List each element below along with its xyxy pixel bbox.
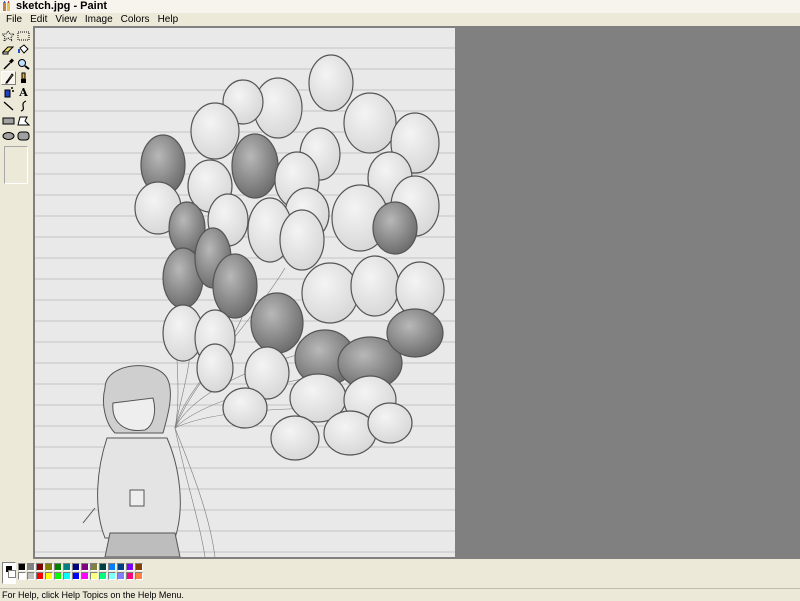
palette-swatch[interactable] xyxy=(36,572,44,580)
palette-swatch[interactable] xyxy=(45,563,53,571)
color-box xyxy=(0,559,800,587)
palette-swatch[interactable] xyxy=(135,563,143,571)
paint-app-icon xyxy=(3,1,10,11)
menu-view[interactable]: View xyxy=(51,13,81,26)
palette-swatch[interactable] xyxy=(45,572,53,580)
palette-swatch[interactable] xyxy=(135,572,143,580)
menu-image[interactable]: Image xyxy=(81,13,117,26)
palette-swatch[interactable] xyxy=(63,563,71,571)
airbrush-icon[interactable] xyxy=(1,85,16,99)
palette-swatch[interactable] xyxy=(117,572,125,580)
palette-swatch[interactable] xyxy=(54,563,62,571)
palette-swatch[interactable] xyxy=(27,572,35,580)
current-colors[interactable] xyxy=(2,562,16,584)
curve-icon[interactable] xyxy=(16,99,31,113)
palette-swatch[interactable] xyxy=(27,563,35,571)
free-form-select-icon[interactable] xyxy=(1,29,16,43)
menu-help[interactable]: Help xyxy=(154,13,183,26)
palette-swatch[interactable] xyxy=(90,572,98,580)
text-icon[interactable]: A xyxy=(16,85,31,99)
drawing-canvas[interactable] xyxy=(35,28,455,557)
palette-swatch[interactable] xyxy=(18,572,26,580)
sketch-image xyxy=(35,28,455,557)
pencil-icon[interactable] xyxy=(1,71,16,85)
palette-swatch[interactable] xyxy=(126,563,134,571)
eraser-icon[interactable] xyxy=(1,43,16,57)
tool-options-box[interactable] xyxy=(4,146,28,184)
background-color xyxy=(8,570,16,578)
palette-swatch[interactable] xyxy=(117,563,125,571)
menu-bar: File Edit View Image Colors Help xyxy=(0,13,800,26)
palette-swatch[interactable] xyxy=(108,563,116,571)
status-text: For Help, click Help Topics on the Help … xyxy=(2,590,184,600)
paint-window: sketch.jpg - Paint File Edit View Image … xyxy=(0,0,800,601)
palette-swatch[interactable] xyxy=(63,572,71,580)
select-icon[interactable] xyxy=(16,29,31,43)
polygon-icon[interactable] xyxy=(16,114,31,128)
palette-swatch[interactable] xyxy=(72,572,80,580)
pick-color-icon[interactable] xyxy=(1,57,16,71)
toolbox: A xyxy=(0,26,33,559)
window-title: sketch.jpg - Paint xyxy=(16,0,108,12)
palette-swatch[interactable] xyxy=(36,563,44,571)
palette-swatch[interactable] xyxy=(99,572,107,580)
palette-swatch[interactable] xyxy=(81,572,89,580)
title-bar[interactable]: sketch.jpg - Paint xyxy=(0,0,800,13)
ellipse-icon[interactable] xyxy=(1,129,16,143)
palette-swatch[interactable] xyxy=(72,563,80,571)
line-icon[interactable] xyxy=(1,99,16,113)
palette-swatch[interactable] xyxy=(126,572,134,580)
brush-icon[interactable] xyxy=(16,71,31,85)
text-tool-glyph: A xyxy=(19,85,28,99)
fill-bucket-icon[interactable] xyxy=(16,43,31,57)
menu-file[interactable]: File xyxy=(2,13,26,26)
menu-edit[interactable]: Edit xyxy=(26,13,51,26)
palette-swatch[interactable] xyxy=(81,563,89,571)
palette-swatch[interactable] xyxy=(108,572,116,580)
canvas-workspace xyxy=(33,26,800,559)
status-bar: For Help, click Help Topics on the Help … xyxy=(0,588,800,601)
palette-swatch[interactable] xyxy=(99,563,107,571)
magnifier-icon[interactable] xyxy=(16,57,31,71)
rounded-rectangle-icon[interactable] xyxy=(16,129,31,143)
palette-swatch[interactable] xyxy=(18,563,26,571)
palette-swatch[interactable] xyxy=(90,563,98,571)
palette-swatch[interactable] xyxy=(54,572,62,580)
menu-colors[interactable]: Colors xyxy=(117,13,154,26)
rectangle-icon[interactable] xyxy=(1,114,16,128)
